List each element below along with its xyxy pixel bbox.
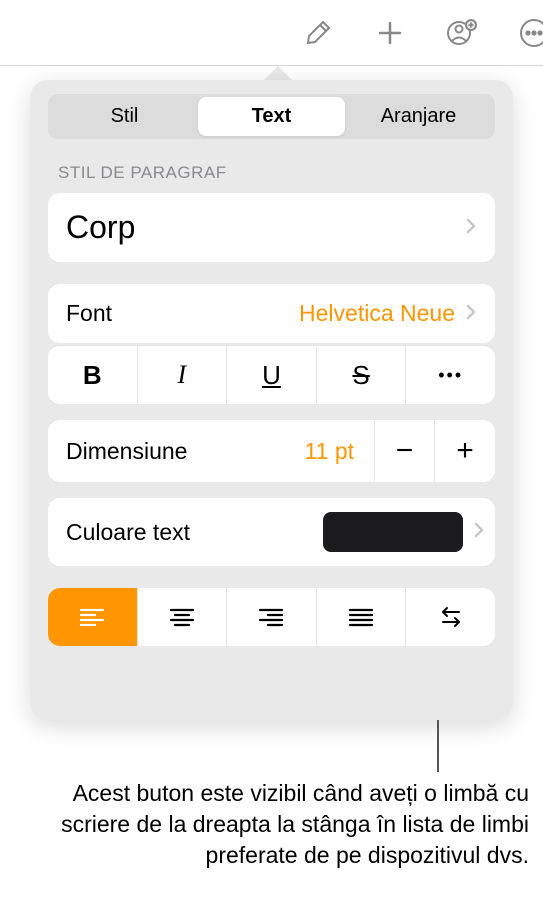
tab-aranjare[interactable]: Aranjare <box>345 97 492 136</box>
format-panel: Stil Text Aranjare STIL DE PARAGRAF Corp… <box>30 80 513 720</box>
plus-icon[interactable] <box>373 16 407 50</box>
font-label: Font <box>66 300 299 327</box>
top-toolbar <box>0 0 543 66</box>
more-text-options-button[interactable]: ••• <box>406 346 495 404</box>
callout-text: Acest buton este vizibil când aveți o li… <box>20 778 529 871</box>
brush-icon[interactable] <box>301 16 335 50</box>
align-left-button[interactable] <box>48 588 138 646</box>
rtl-direction-button[interactable] <box>406 588 495 646</box>
tab-stil[interactable]: Stil <box>51 97 198 136</box>
callout-leader-line <box>437 720 439 772</box>
align-right-button[interactable] <box>227 588 317 646</box>
tab-bar: Stil Text Aranjare <box>48 94 495 139</box>
paragraph-style-label: STIL DE PARAGRAF <box>58 163 485 183</box>
paragraph-style-row[interactable]: Corp <box>48 193 495 262</box>
size-value: 11 pt <box>305 438 354 465</box>
italic-button[interactable]: I <box>138 346 228 404</box>
more-icon[interactable] <box>517 16 543 50</box>
size-stepper: − + <box>374 420 495 482</box>
size-label: Dimensiune <box>66 438 305 465</box>
tab-text[interactable]: Text <box>198 97 345 136</box>
bold-button[interactable]: B <box>48 346 138 404</box>
text-color-swatch[interactable] <box>323 512 463 552</box>
font-row[interactable]: Font Helvetica Neue <box>48 284 495 343</box>
align-center-button[interactable] <box>138 588 228 646</box>
chevron-right-icon <box>465 215 477 241</box>
text-style-buttons: B I U S ••• <box>48 345 495 404</box>
collaborate-icon[interactable] <box>445 16 479 50</box>
paragraph-style-value: Corp <box>66 209 465 246</box>
size-row: Dimensiune 11 pt − + <box>48 420 495 482</box>
underline-button[interactable]: U <box>227 346 317 404</box>
popover-arrow <box>263 66 293 81</box>
alignment-buttons <box>48 588 495 646</box>
size-decrease-button[interactable]: − <box>375 420 435 482</box>
align-justify-button[interactable] <box>317 588 407 646</box>
text-color-row[interactable]: Culoare text <box>48 498 495 566</box>
font-value: Helvetica Neue <box>299 300 455 327</box>
strikethrough-button[interactable]: S <box>317 346 407 404</box>
chevron-right-icon <box>465 301 477 327</box>
text-color-label: Culoare text <box>66 519 323 546</box>
size-increase-button[interactable]: + <box>435 420 495 482</box>
chevron-right-icon <box>473 519 485 545</box>
